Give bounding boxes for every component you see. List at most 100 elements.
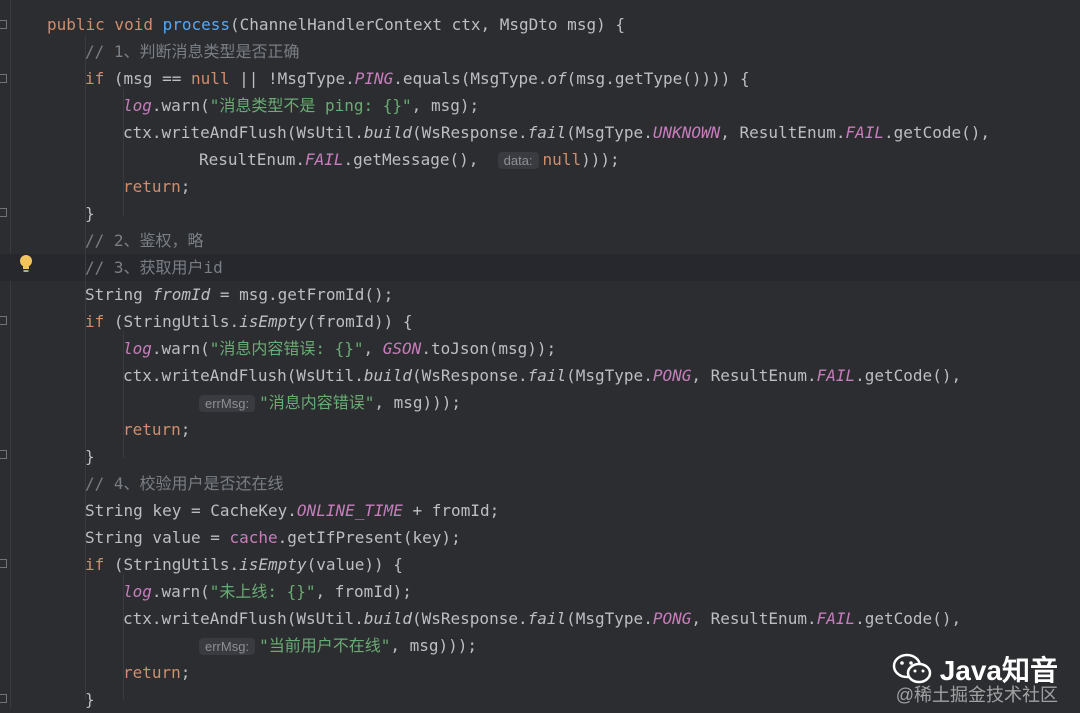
code-text[interactable]: return; — [123, 173, 190, 200]
code-line[interactable]: String key = CacheKey.ONLINE_TIME + from… — [0, 497, 1080, 524]
code-token: ))); — [581, 150, 620, 169]
code-text[interactable]: ResultEnum.FAIL.getMessage(), data: null)… — [199, 146, 620, 174]
code-text[interactable]: String fromId = msg.getFromId(); — [85, 281, 393, 308]
code-text[interactable]: return; — [123, 659, 190, 686]
code-token: "未上线: {}" — [209, 582, 316, 601]
code-text[interactable]: if (msg == null || !MsgType.PING.equals(… — [85, 65, 750, 92]
code-token: (msg.getType()))) { — [566, 69, 750, 88]
code-text[interactable]: ctx.writeAndFlush(WsUtil.build(WsRespons… — [123, 362, 961, 389]
code-text[interactable]: ctx.writeAndFlush(WsUtil.build(WsRespons… — [123, 605, 961, 632]
code-text[interactable]: // 2、鉴权，略 — [85, 227, 204, 254]
code-text[interactable]: } — [85, 200, 95, 227]
code-line[interactable]: log.warn("未上线: {}", fromId); — [0, 578, 1080, 605]
code-line[interactable]: // 1、判断消息类型是否正确 — [0, 38, 1080, 65]
code-text[interactable]: String key = CacheKey.ONLINE_TIME + from… — [85, 497, 499, 524]
code-line[interactable]: ctx.writeAndFlush(WsUtil.build(WsRespons… — [0, 119, 1080, 146]
code-text[interactable]: log.warn("消息内容错误: {}", GSON.toJson(msg))… — [123, 335, 556, 362]
code-line[interactable]: // 4、校验用户是否还在线 — [0, 470, 1080, 497]
code-token: (WsResponse. — [412, 609, 528, 628]
code-token: ; — [180, 177, 191, 196]
code-text[interactable]: if (StringUtils.isEmpty(fromId)) { — [85, 308, 413, 335]
code-text[interactable]: if (StringUtils.isEmpty(value)) { — [85, 551, 403, 578]
code-line[interactable]: return; — [0, 173, 1080, 200]
code-text[interactable]: log.warn("未上线: {}", fromId); — [123, 578, 412, 605]
code-token: "消息类型不是 ping: {}" — [209, 96, 412, 115]
code-text[interactable]: return; — [123, 416, 190, 443]
code-token: (ChannelHandlerContext ctx, MsgDto msg) … — [230, 15, 625, 34]
code-token: .getCode(), — [855, 366, 962, 385]
code-line[interactable]: ResultEnum.FAIL.getMessage(), data: null)… — [0, 146, 1080, 173]
code-text[interactable]: String value = cache.getIfPresent(key); — [85, 524, 461, 551]
code-token: String — [85, 285, 153, 304]
code-token: log — [123, 582, 152, 601]
fold-icon[interactable] — [0, 559, 7, 568]
code-text[interactable]: errMsg: "消息内容错误", msg))); — [199, 389, 461, 417]
parameter-hint: data: — [497, 152, 539, 169]
fold-icon[interactable] — [0, 20, 7, 29]
code-line[interactable]: return; — [0, 416, 1080, 443]
code-token: cache — [229, 528, 278, 547]
code-token: (StringUtils. — [113, 312, 240, 331]
code-line[interactable]: if (msg == null || !MsgType.PING.equals(… — [0, 65, 1080, 92]
code-token: fail — [527, 123, 567, 142]
code-token: // 1、判断消息类型是否正确 — [85, 42, 300, 61]
code-token: isEmpty — [239, 555, 307, 574]
code-token: (msg == — [113, 69, 191, 88]
code-text[interactable]: // 3、获取用户id — [85, 254, 223, 281]
code-token: log — [123, 339, 152, 358]
code-token: of — [547, 69, 567, 88]
code-token: "当前用户不在线" — [259, 636, 391, 655]
code-token: FAIL — [304, 150, 344, 169]
code-line[interactable]: String value = cache.getIfPresent(key); — [0, 524, 1080, 551]
code-token: (value)) { — [306, 555, 403, 574]
code-line[interactable]: public void process(ChannelHandlerContex… — [0, 11, 1080, 38]
code-token: return — [123, 420, 181, 439]
fold-icon[interactable] — [0, 450, 7, 459]
code-text[interactable]: // 4、校验用户是否还在线 — [85, 470, 284, 497]
code-line[interactable]: log.warn("消息类型不是 ping: {}", msg); — [0, 92, 1080, 119]
code-token: "消息内容错误: {}" — [209, 339, 364, 358]
code-token: // 4、校验用户是否还在线 — [85, 474, 284, 493]
code-line[interactable]: if (StringUtils.isEmpty(fromId)) { — [0, 308, 1080, 335]
fold-icon[interactable] — [0, 208, 7, 217]
code-line[interactable]: // 3、获取用户id — [0, 254, 1080, 281]
code-line[interactable]: errMsg: "消息内容错误", msg))); — [0, 389, 1080, 416]
lightbulb-icon[interactable] — [18, 254, 34, 274]
code-token: ONLINE_TIME — [296, 501, 403, 520]
code-line[interactable]: if (StringUtils.isEmpty(value)) { — [0, 551, 1080, 578]
code-line[interactable]: ctx.writeAndFlush(WsUtil.build(WsRespons… — [0, 362, 1080, 389]
code-text[interactable]: } — [85, 443, 95, 470]
code-text[interactable]: ctx.writeAndFlush(WsUtil.build(WsRespons… — [123, 119, 990, 146]
code-token: = msg.getFromId(); — [210, 285, 394, 304]
code-token: fail — [527, 366, 567, 385]
code-token: .getCode(), — [884, 123, 990, 142]
code-line[interactable]: } — [0, 443, 1080, 470]
code-token: GSON — [382, 339, 422, 358]
code-line[interactable]: log.warn("消息内容错误: {}", GSON.toJson(msg))… — [0, 335, 1080, 362]
fold-icon[interactable] — [0, 316, 7, 325]
code-token: ctx.writeAndFlush(WsUtil. — [123, 366, 364, 385]
fold-icon[interactable] — [0, 694, 7, 703]
code-text[interactable]: public void process(ChannelHandlerContex… — [47, 11, 625, 38]
code-token: FAIL — [845, 123, 885, 142]
code-line[interactable]: } — [0, 200, 1080, 227]
code-token: String key = CacheKey. — [85, 501, 297, 520]
code-token: String value = — [85, 528, 230, 547]
code-token: log — [123, 96, 152, 115]
code-line[interactable]: String fromId = msg.getFromId(); — [0, 281, 1080, 308]
code-token: if — [85, 312, 114, 331]
code-line[interactable]: ctx.writeAndFlush(WsUtil.build(WsRespons… — [0, 605, 1080, 632]
code-text[interactable]: errMsg: "当前用户不在线", msg))); — [199, 632, 477, 660]
code-token: (fromId)) { — [306, 312, 413, 331]
code-line[interactable]: // 2、鉴权，略 — [0, 227, 1080, 254]
code-token: process — [162, 15, 231, 34]
code-editor[interactable]: public void process(ChannelHandlerContex… — [0, 0, 1080, 709]
code-token: ctx.writeAndFlush(WsUtil. — [123, 609, 364, 628]
code-text[interactable]: // 1、判断消息类型是否正确 — [85, 38, 300, 65]
code-token: ; — [180, 663, 191, 682]
fold-icon[interactable] — [0, 74, 7, 83]
parameter-hint: errMsg: — [199, 395, 256, 412]
code-token: UNKNOWN — [652, 123, 721, 142]
code-token: , — [363, 339, 383, 358]
code-text[interactable]: log.warn("消息类型不是 ping: {}", msg); — [123, 92, 479, 119]
